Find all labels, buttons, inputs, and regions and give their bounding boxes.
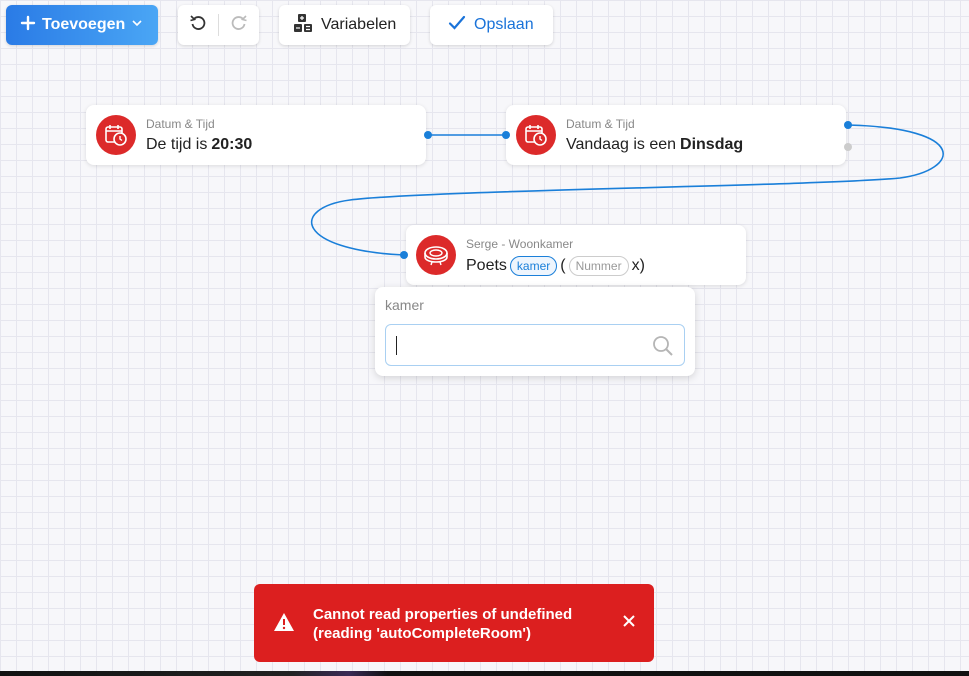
card-title: Datum & Tijd — [566, 117, 635, 131]
output-port-false[interactable] — [844, 143, 852, 151]
error-toast: Cannot read properties of undefined (rea… — [254, 584, 654, 662]
input-port[interactable] — [502, 131, 510, 139]
card-text: Vandaag is een Dinsdag — [566, 136, 743, 154]
variables-icon — [293, 13, 313, 38]
dropdown-label: kamer — [385, 297, 424, 313]
redo-icon[interactable] — [230, 14, 248, 37]
card-title: Serge - Woonkamer — [466, 237, 574, 251]
robot-vacuum-icon — [416, 235, 456, 275]
card-text-prefix: Poets — [466, 257, 507, 274]
output-port-true[interactable] — [844, 121, 852, 129]
argument-dropdown: kamer — [375, 287, 695, 376]
toast-message: Cannot read properties of undefined (rea… — [313, 606, 573, 642]
save-button[interactable]: Opslaan — [430, 5, 553, 45]
save-button-label: Opslaan — [474, 16, 534, 33]
close-icon[interactable] — [622, 614, 636, 633]
undo-icon[interactable] — [189, 14, 207, 37]
card-text-prefix: Vandaag is een — [566, 136, 677, 153]
variables-button-label: Variabelen — [321, 16, 397, 33]
card-text: Poets kamer ( Nummer x) — [466, 256, 645, 276]
output-port[interactable] — [424, 131, 432, 139]
calendar-clock-icon — [96, 115, 136, 155]
divider — [217, 14, 219, 36]
flow-card-vacuum[interactable]: Serge - Woonkamer Poets kamer ( Nummer x… — [400, 225, 746, 285]
calendar-clock-icon — [516, 115, 556, 155]
search-icon — [652, 335, 674, 362]
flow-card-time[interactable]: Datum & Tijd De tijd is 20:30 — [86, 105, 432, 165]
plus-icon — [20, 15, 36, 36]
add-button-label: Toevoegen — [42, 16, 126, 33]
search-field[interactable] — [385, 324, 685, 366]
search-input[interactable] — [394, 333, 634, 357]
undo-redo-group — [178, 5, 259, 45]
variables-button[interactable]: Variabelen — [279, 5, 410, 45]
card-title: Datum & Tijd — [146, 117, 215, 131]
card-text-prefix: De tijd is — [146, 136, 208, 153]
card-text-suffix: x) — [631, 257, 645, 274]
argument-kamer[interactable]: kamer — [509, 256, 558, 276]
card-value[interactable]: Dinsdag — [680, 136, 743, 154]
card-value[interactable]: 20:30 — [211, 136, 252, 154]
input-port[interactable] — [400, 251, 408, 259]
chevron-down-icon — [131, 16, 143, 34]
flow-card-day[interactable]: Datum & Tijd Vandaag is een Dinsdag — [502, 105, 852, 165]
check-icon — [448, 14, 466, 37]
open-paren: ( — [560, 257, 566, 274]
add-button[interactable]: Toevoegen — [6, 5, 158, 45]
taskbar-strip — [0, 671, 969, 676]
card-text: De tijd is 20:30 — [146, 136, 252, 154]
argument-nummer[interactable]: Nummer — [568, 256, 629, 276]
warning-icon — [273, 612, 295, 637]
